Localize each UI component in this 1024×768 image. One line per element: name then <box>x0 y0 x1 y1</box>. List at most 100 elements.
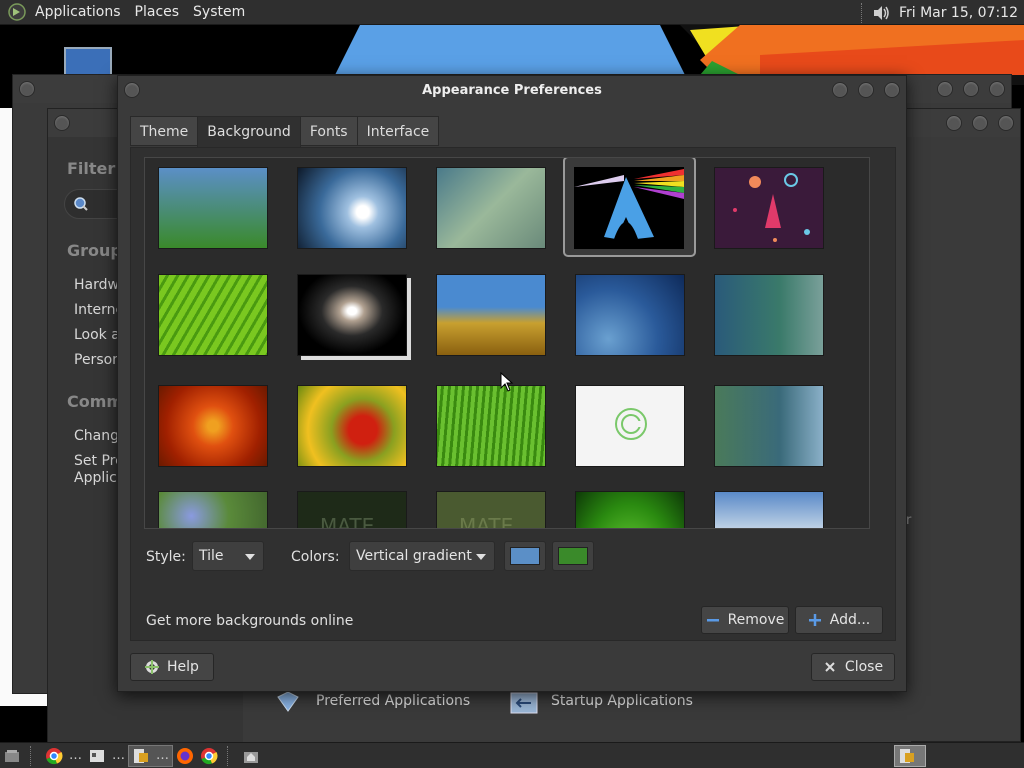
mate-watermark: MATE <box>459 514 514 529</box>
wallpaper-thumb[interactable] <box>714 491 824 528</box>
desktop-icon <box>5 749 19 762</box>
wallpaper-thumb[interactable] <box>297 385 407 467</box>
wallpaper-thumb[interactable] <box>158 274 268 356</box>
tab-fonts[interactable]: Fonts <box>299 116 358 146</box>
close-label: Close <box>844 659 884 675</box>
window-menu-button[interactable] <box>124 82 140 98</box>
wallpaper-thumb[interactable] <box>714 385 824 467</box>
minus-icon <box>706 619 719 622</box>
tab-interface[interactable]: Interface <box>356 116 440 146</box>
add-label: Add... <box>829 612 871 628</box>
window-menu-button[interactable] <box>19 81 35 97</box>
minimize-button[interactable] <box>832 82 848 98</box>
mate-watermark: MATE <box>320 514 375 529</box>
more-backgrounds-link[interactable]: Get more backgrounds online <box>146 613 353 629</box>
mouse-cursor-icon <box>500 372 514 392</box>
close-button[interactable]: Close <box>811 653 895 681</box>
startup-applications-item[interactable]: Startup Applications <box>551 693 693 709</box>
panel-separator <box>860 2 863 23</box>
applications-menu[interactable]: Applications <box>28 0 128 25</box>
wallpaper-thumb[interactable] <box>436 167 546 249</box>
top-panel: Applications Places System Fri Mar 15, 0… <box>0 0 1024 25</box>
wallpaper-thumb[interactable] <box>158 167 268 249</box>
taskbar-file-manager[interactable] <box>239 745 263 767</box>
workspace-switcher[interactable] <box>894 745 926 767</box>
close-window-button[interactable] <box>989 81 1005 97</box>
workspace-icon <box>900 749 914 763</box>
maximize-button[interactable] <box>963 81 979 97</box>
show-desktop-button[interactable] <box>0 745 24 767</box>
dropdown-arrow-icon <box>476 554 486 560</box>
remove-button[interactable]: Remove <box>701 606 789 634</box>
bottom-taskbar: … … … <box>0 742 1024 768</box>
minimize-button[interactable] <box>937 81 953 97</box>
wallpaper-thumb[interactable] <box>575 385 685 467</box>
colors-combo[interactable]: Vertical gradient <box>349 541 495 571</box>
remove-label: Remove <box>727 612 785 628</box>
wallpaper-thumb[interactable] <box>714 167 824 249</box>
wallpaper-thumb[interactable] <box>436 385 546 467</box>
wallpaper-thumb[interactable]: MATE <box>297 491 407 529</box>
window-menu-button[interactable] <box>54 115 70 131</box>
wallpaper-thumb[interactable] <box>436 274 546 356</box>
wallpaper-thumb[interactable] <box>297 167 407 249</box>
preferred-applications-item[interactable]: Preferred Applications <box>316 693 470 709</box>
tab-theme[interactable]: Theme <box>130 116 199 146</box>
preferred-applications-icon <box>277 691 299 712</box>
close-window-button[interactable] <box>884 82 900 98</box>
wallpaper-thumb[interactable] <box>575 274 685 356</box>
taskbar-chrome-window[interactable]: … <box>42 745 85 767</box>
help-button[interactable]: Help <box>130 653 214 681</box>
maximize-button[interactable] <box>972 115 988 131</box>
firefox-icon <box>177 747 193 764</box>
add-button[interactable]: Add... <box>795 606 883 634</box>
maximize-button[interactable] <box>858 82 874 98</box>
taskbar-firefox-window[interactable] <box>173 745 197 767</box>
primary-color-button[interactable] <box>504 541 546 571</box>
selected-wallpaper-frame[interactable] <box>563 158 696 257</box>
group-personal[interactable]: Person <box>74 352 121 368</box>
places-menu[interactable]: Places <box>128 0 187 25</box>
help-icon <box>145 660 160 674</box>
taskbar-chrome-window-2[interactable] <box>197 745 221 767</box>
close-window-button[interactable] <box>998 115 1014 131</box>
search-icon <box>74 197 88 211</box>
style-combo[interactable]: Tile <box>192 541 264 571</box>
minimize-button[interactable] <box>946 115 962 131</box>
secondary-color-swatch <box>558 547 588 565</box>
window-icon <box>90 749 104 762</box>
system-menu[interactable]: System <box>186 0 252 25</box>
appearance-icon <box>134 748 148 763</box>
wallpaper-image <box>574 169 684 239</box>
colors-value: Vertical gradient <box>356 548 472 564</box>
wallpaper-image <box>733 173 810 242</box>
background-gallery[interactable]: MATE MATE <box>144 157 870 529</box>
volume-icon[interactable] <box>871 3 891 23</box>
wallpaper-thumb[interactable] <box>714 274 824 356</box>
colors-label: Colors: <box>291 549 340 565</box>
selected-wallpaper-thumb[interactable] <box>574 167 684 249</box>
mate-logo-icon[interactable] <box>8 3 26 21</box>
dialog-titlebar: Appearance Preferences <box>118 76 906 105</box>
wallpaper-thumb[interactable] <box>158 491 268 528</box>
help-label: Help <box>167 659 199 675</box>
plus-icon <box>808 614 821 626</box>
home-folder-icon <box>244 751 258 763</box>
clock[interactable]: Fri Mar 15, 07:12 <box>891 5 1024 21</box>
taskbar-appearance-window[interactable]: … <box>128 744 173 767</box>
wallpaper-thumb[interactable] <box>158 385 268 467</box>
wallpaper-thumb[interactable] <box>297 274 407 356</box>
dialog-title: Appearance Preferences <box>422 83 602 98</box>
wallpaper-image <box>615 408 647 440</box>
primary-color-swatch <box>510 547 540 565</box>
tab-background[interactable]: Background <box>197 116 301 148</box>
desktop-icon[interactable] <box>64 47 112 77</box>
panel-menu-bar: Applications Places System <box>0 0 252 25</box>
wallpaper-thumb[interactable] <box>575 491 685 528</box>
taskbar-terminal-window[interactable]: … <box>85 745 128 767</box>
wallpaper-thumb[interactable]: MATE <box>436 491 546 529</box>
taskbar-separator <box>227 745 239 766</box>
tab-bar: Theme Background Fonts Interface <box>130 116 440 148</box>
secondary-color-button[interactable] <box>552 541 594 571</box>
background-tab-page: MATE MATE Style: Tile Colors: Vertical g… <box>130 147 896 641</box>
